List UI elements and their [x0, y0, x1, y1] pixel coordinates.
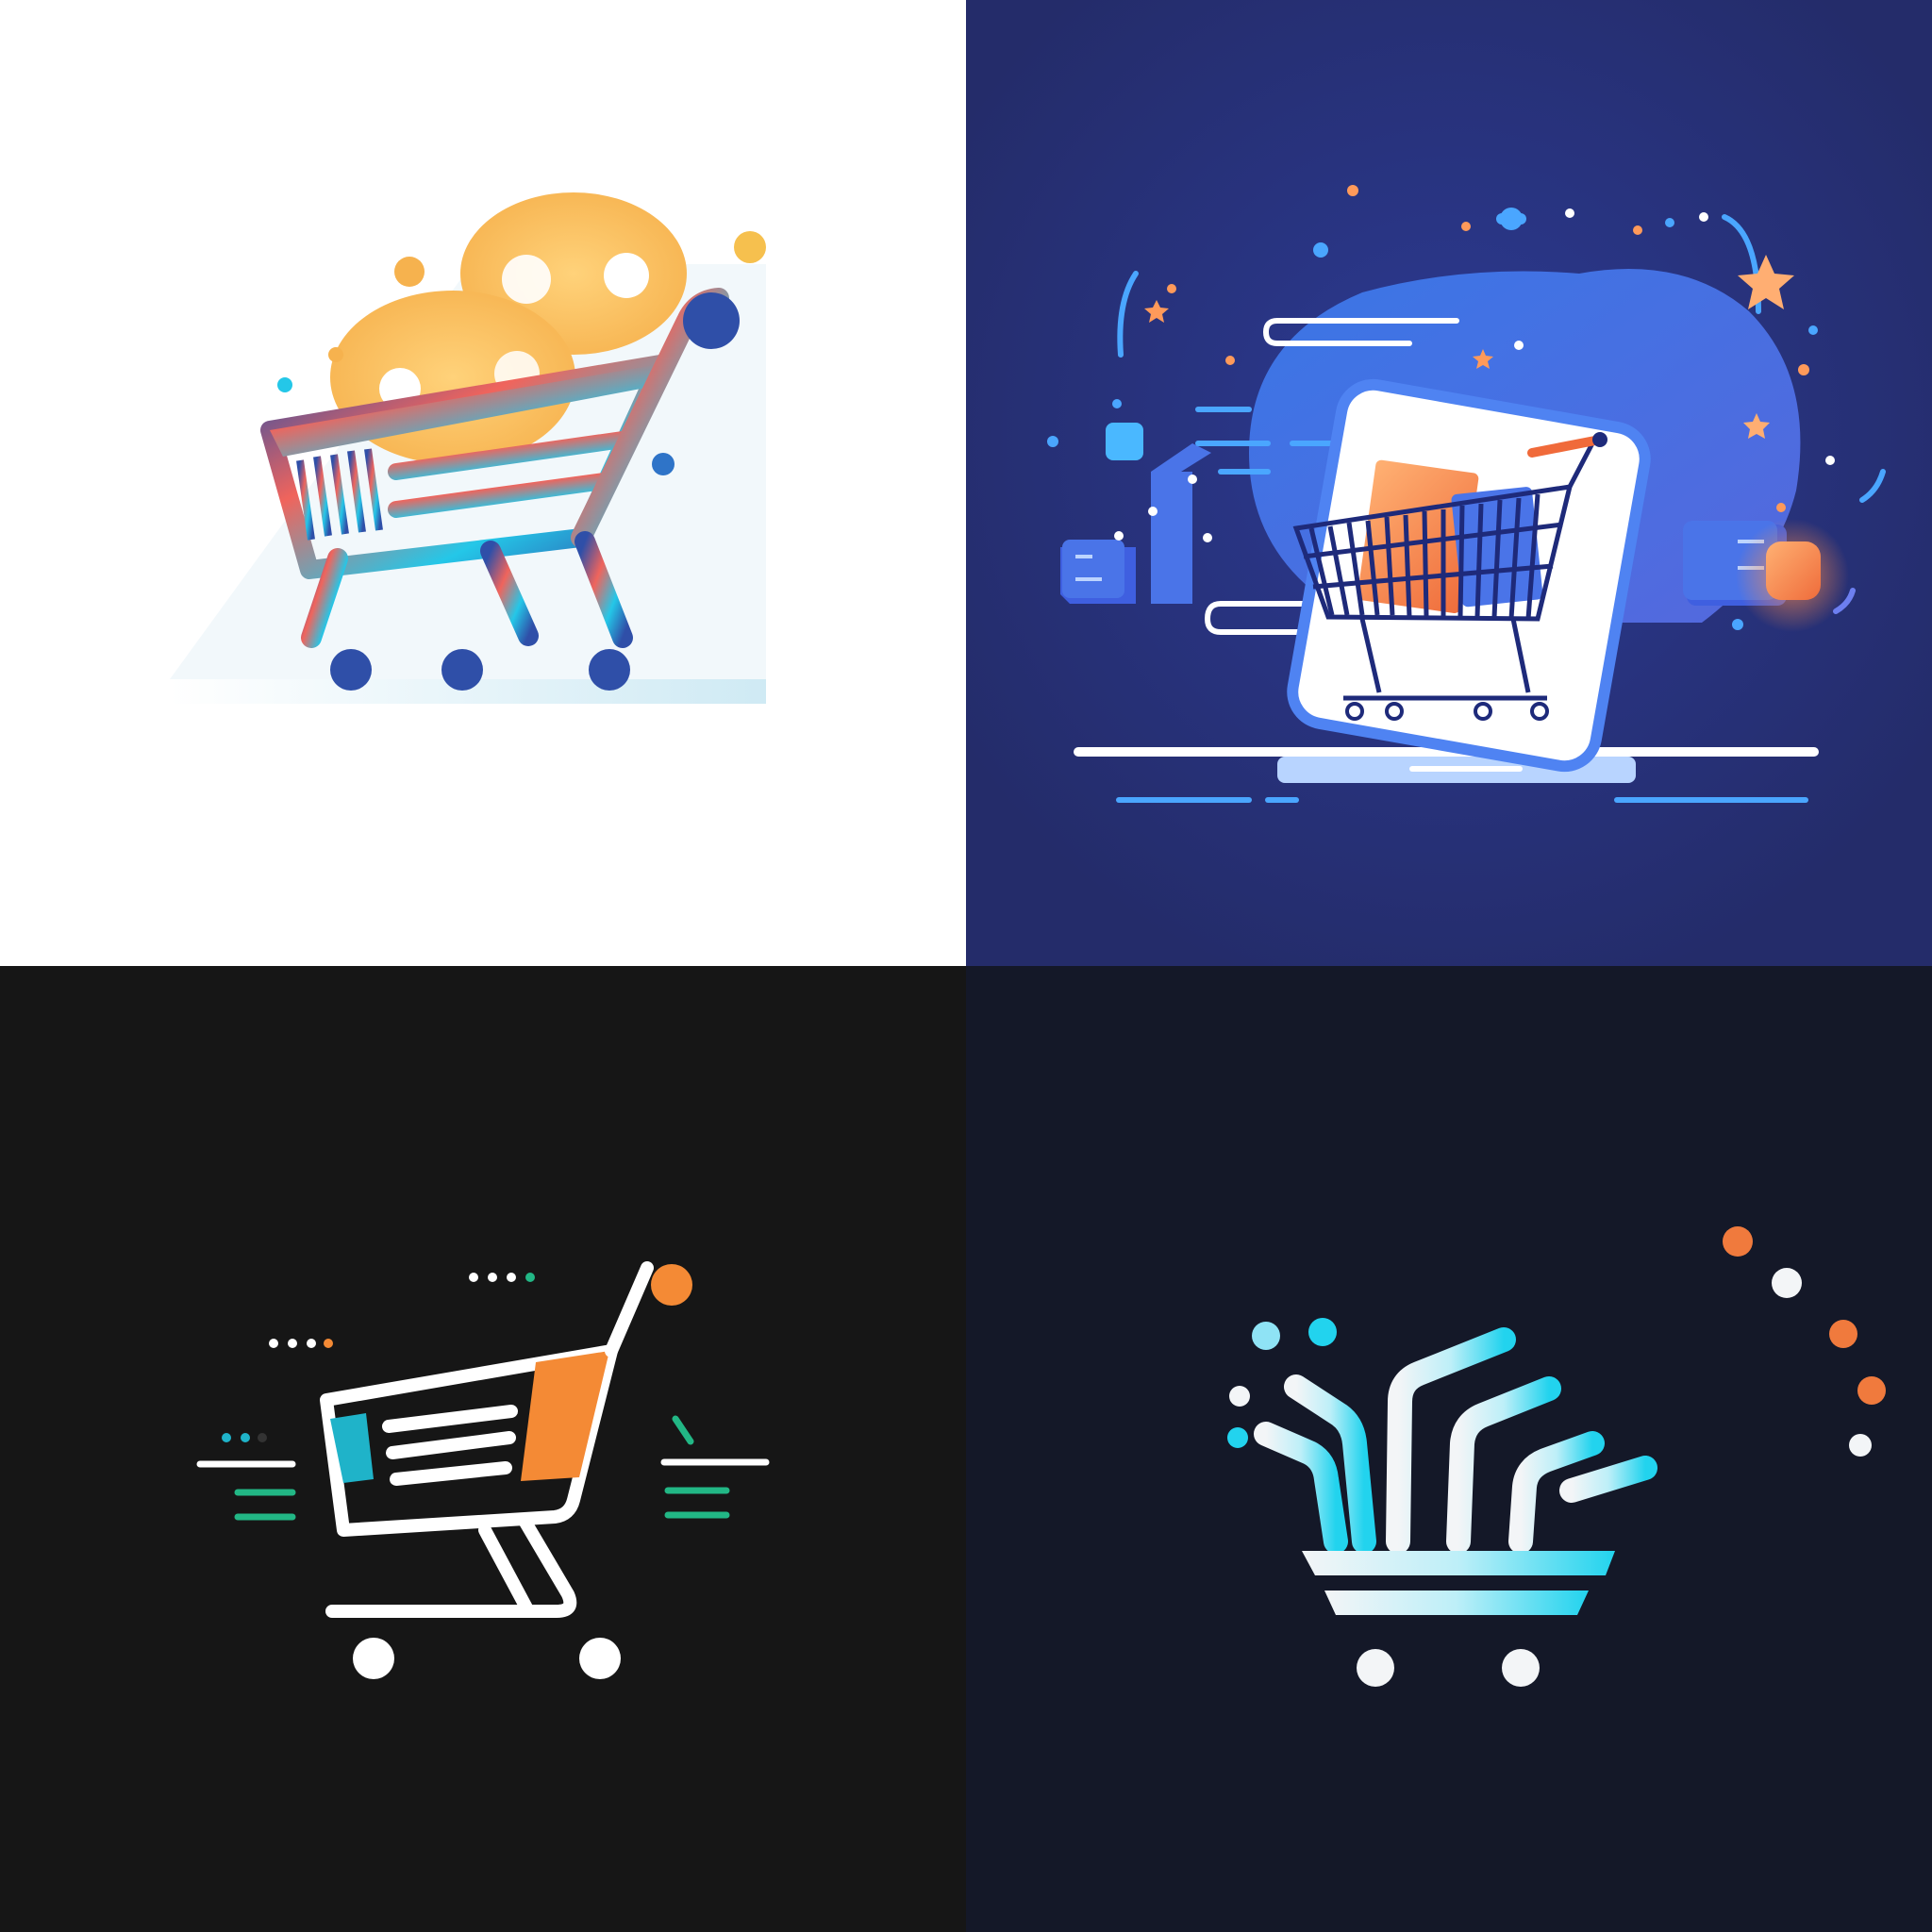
tile-abstract-cart — [966, 966, 1932, 1932]
phone-cart-scene-icon — [966, 0, 1932, 966]
tile-line-cart-dark — [0, 966, 966, 1932]
abstract-cart-logo-icon — [966, 966, 1932, 1932]
dot — [1723, 1226, 1753, 1257]
cart-with-orange-bubbles-icon — [0, 0, 966, 966]
box-left — [1062, 540, 1124, 598]
dot — [394, 257, 425, 287]
orange-dot — [651, 1264, 692, 1306]
tile-cart-gradient — [0, 0, 966, 966]
glow-square — [1106, 423, 1143, 460]
tile-phone-cart-scene — [966, 0, 1932, 966]
orange-gem — [1766, 541, 1821, 600]
book-pillar — [1151, 472, 1192, 604]
logo-variations-grid — [0, 0, 1932, 1932]
line-cart-orange-dot-icon — [0, 966, 966, 1932]
